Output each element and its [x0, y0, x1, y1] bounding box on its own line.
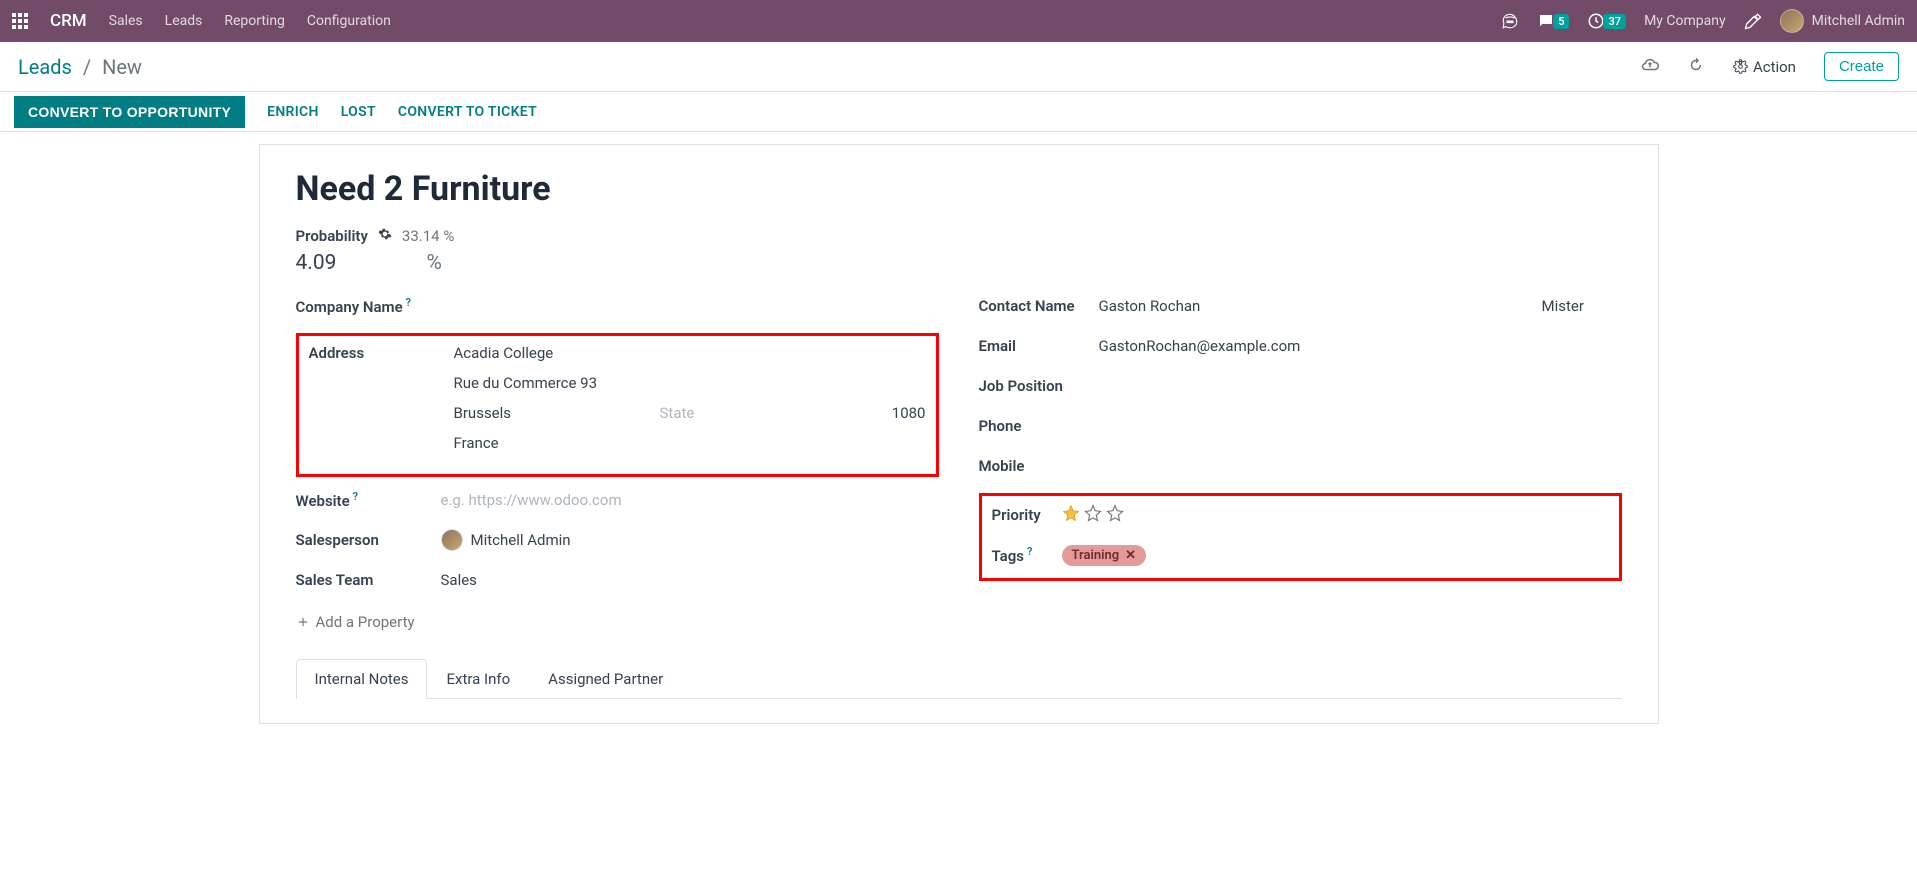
control-panel: Leads / New Action Create: [0, 42, 1917, 92]
city-input[interactable]: [454, 404, 648, 422]
star-3-icon[interactable]: [1106, 504, 1124, 526]
tab-extra-info[interactable]: Extra Info: [427, 659, 529, 699]
tag-pill[interactable]: Training ✕: [1062, 545, 1147, 566]
salesperson-value[interactable]: Mitchell Admin: [441, 529, 939, 551]
tab-assigned-partner[interactable]: Assigned Partner: [529, 659, 682, 699]
nav-reporting[interactable]: Reporting: [224, 13, 285, 29]
probability-unit: %: [426, 251, 441, 275]
address-label: Address: [309, 344, 454, 362]
mobile-label: Mobile: [979, 457, 1099, 475]
activities-icon[interactable]: 37: [1587, 12, 1626, 30]
app-brand[interactable]: CRM: [50, 11, 87, 31]
nav-sales[interactable]: Sales: [109, 13, 143, 29]
notebook-tabs: Internal Notes Extra Info Assigned Partn…: [296, 659, 1622, 699]
street-input[interactable]: [454, 344, 926, 362]
user-menu[interactable]: Mitchell Admin: [1780, 9, 1905, 33]
breadcrumb-parent[interactable]: Leads: [18, 55, 72, 79]
add-property-label: Add a Property: [316, 613, 415, 631]
nav-configuration[interactable]: Configuration: [307, 13, 391, 29]
tags-label: Tags?: [992, 545, 1062, 565]
website-label: Website?: [296, 490, 441, 510]
contact-name-value[interactable]: Gaston Rochan: [1099, 297, 1542, 315]
left-column: Company Name? Address: [296, 293, 939, 631]
contact-title-value[interactable]: Mister: [1542, 297, 1622, 315]
star-2-icon[interactable]: [1084, 504, 1102, 526]
tag-text: Training: [1072, 548, 1120, 563]
avatar: [1780, 9, 1804, 33]
discard-icon[interactable]: [1687, 56, 1705, 78]
convert-opportunity-button[interactable]: CONVERT TO OPPORTUNITY: [14, 96, 245, 128]
right-column: Contact Name Gaston Rochan Mister Email …: [979, 293, 1622, 631]
convert-ticket-button[interactable]: CONVERT TO TICKET: [398, 104, 537, 120]
debug-icon[interactable]: [1744, 12, 1762, 30]
create-button[interactable]: Create: [1824, 52, 1899, 81]
priority-stars[interactable]: [1062, 504, 1124, 526]
email-value[interactable]: GastonRochan@example.com: [1099, 337, 1622, 355]
priority-tags-highlight-box: Priority Tags? Training ✕: [979, 493, 1622, 581]
status-bar: CONVERT TO OPPORTUNITY ENRICH LOST CONVE…: [0, 92, 1917, 132]
main-scroll[interactable]: Need 2 Furniture Probability 33.14 % 4.0…: [0, 132, 1917, 883]
street2-input[interactable]: [454, 374, 926, 392]
sales-team-label: Sales Team: [296, 571, 441, 589]
cloud-save-icon[interactable]: [1641, 56, 1659, 78]
form-sheet: Need 2 Furniture Probability 33.14 % 4.0…: [259, 144, 1659, 724]
messages-icon[interactable]: 5: [1537, 12, 1569, 30]
messages-badge: 5: [1553, 14, 1569, 29]
gear-icon[interactable]: [378, 227, 392, 245]
company-switcher[interactable]: My Company: [1644, 13, 1726, 29]
priority-label: Priority: [992, 506, 1062, 524]
sales-team-value[interactable]: Sales: [441, 571, 939, 589]
voip-icon[interactable]: [1501, 12, 1519, 30]
company-name-label: Company Name?: [296, 296, 441, 316]
probability-value[interactable]: 4.09: [296, 251, 337, 275]
probability-label: Probability: [296, 227, 368, 245]
state-input[interactable]: [660, 404, 854, 422]
breadcrumb-separator: /: [83, 55, 91, 79]
tag-remove-icon[interactable]: ✕: [1125, 548, 1136, 563]
salesperson-label: Salesperson: [296, 531, 441, 549]
lead-title[interactable]: Need 2 Furniture: [296, 169, 1622, 209]
email-label: Email: [979, 337, 1099, 355]
tab-internal-notes[interactable]: Internal Notes: [296, 659, 428, 699]
address-highlight-box: Address: [296, 333, 939, 477]
breadcrumb: Leads / New: [18, 55, 142, 79]
probability-auto: 33.14 %: [402, 227, 454, 245]
contact-name-label: Contact Name: [979, 297, 1099, 315]
action-dropdown[interactable]: Action: [1733, 58, 1796, 76]
topbar: CRM Sales Leads Reporting Configuration …: [0, 0, 1917, 42]
enrich-button[interactable]: ENRICH: [267, 104, 319, 120]
action-label: Action: [1753, 58, 1796, 76]
country-input[interactable]: [454, 434, 926, 452]
star-1-icon[interactable]: [1062, 504, 1080, 526]
salesperson-name: Mitchell Admin: [471, 531, 571, 549]
nav-leads[interactable]: Leads: [165, 13, 203, 29]
add-property-button[interactable]: Add a Property: [296, 613, 939, 631]
salesperson-avatar: [441, 529, 463, 551]
phone-label: Phone: [979, 417, 1099, 435]
website-input[interactable]: [441, 491, 939, 509]
user-name: Mitchell Admin: [1812, 13, 1905, 29]
apps-icon[interactable]: [12, 13, 28, 29]
job-position-label: Job Position: [979, 377, 1099, 395]
activities-badge: 37: [1603, 14, 1626, 29]
zip-input[interactable]: [866, 404, 926, 422]
lost-button[interactable]: LOST: [341, 104, 376, 120]
breadcrumb-current: New: [102, 55, 142, 79]
